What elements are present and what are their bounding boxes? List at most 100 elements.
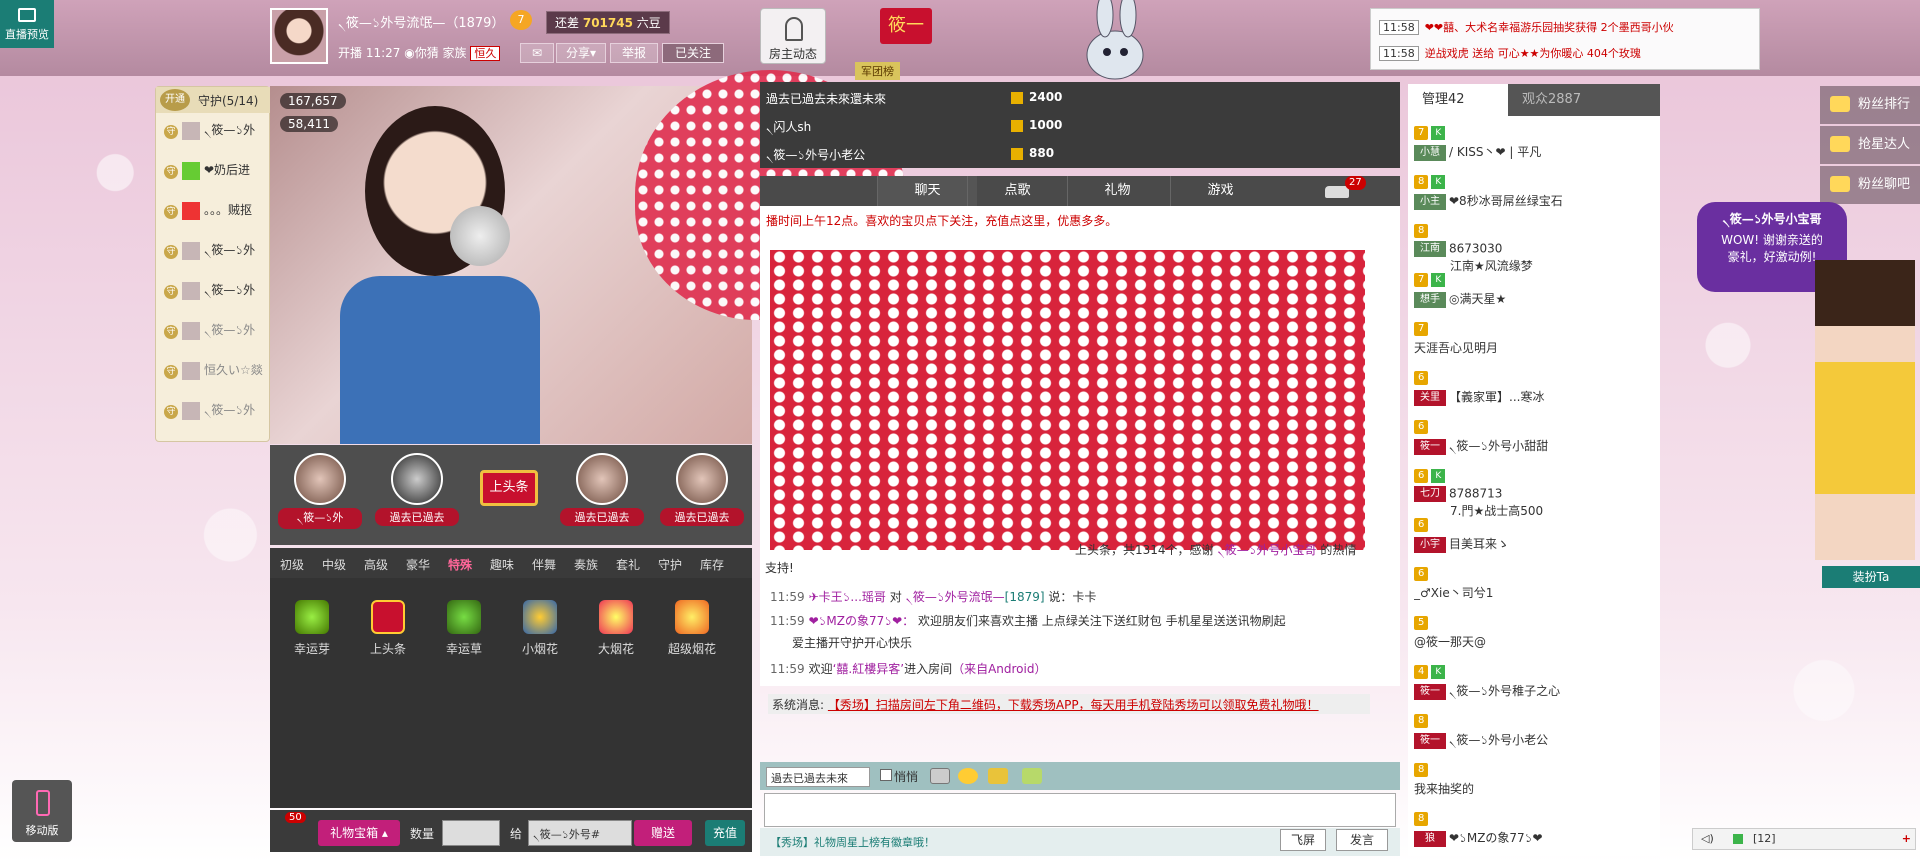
send-gift-button[interactable]: 赠送 (634, 820, 692, 846)
gift-tab[interactable]: 豪华 (406, 556, 430, 573)
gift-tab[interactable]: 中级 (322, 556, 346, 573)
recharge-button[interactable]: 充值 (705, 820, 745, 846)
user-name: 8673030 (1449, 241, 1503, 256)
quantity-input[interactable] (442, 820, 500, 846)
follow-button[interactable]: 已关注 (662, 43, 724, 63)
star-hunter-button[interactable]: 抢星达人 (1820, 126, 1920, 164)
guard-member[interactable]: 守恒久い☆燚 (164, 361, 269, 380)
top-fan[interactable]: 過去已過去 (660, 453, 744, 526)
user-title: 筱一 (1414, 732, 1446, 749)
gift-tabs: 初级 中级 高级 豪华 特殊 趣味 伴舞 奏族 套礼 守护 库存 (270, 548, 752, 578)
gift-tab[interactable]: 初级 (280, 556, 304, 573)
emoji-icon[interactable] (958, 768, 978, 784)
gift-tab[interactable]: 守护 (658, 556, 682, 573)
user-row[interactable]: 8 K 小主 ❤8秒冰哥屌丝绿宝石 (1414, 173, 1654, 210)
user-title: 小主 (1414, 193, 1446, 210)
system-message-link[interactable]: 【秀场】扫描房间左下角二维码，下载秀场APP，每天用手机登陆秀场可以领取免费礼物… (828, 698, 1319, 712)
family-tag[interactable]: 恒久 (470, 46, 501, 61)
headline-sign[interactable]: 上头条 (480, 470, 538, 506)
user-row[interactable]: 6 _♂Xie丶司兮1 (1414, 565, 1654, 601)
mobile-version-button[interactable]: 移动版 (12, 780, 72, 842)
vip-emoji-icon[interactable] (988, 768, 1008, 784)
user-row[interactable]: 6 筱一 ৲筱—১外号小甜甜 (1414, 418, 1654, 458)
gift-item[interactable]: 超级烟花 (662, 600, 722, 657)
guard-member[interactable]: 守 ৲筱—১外 (164, 241, 269, 262)
user-row[interactable]: 6 小宇 目美耳来ゝ (1414, 516, 1654, 553)
share-button[interactable]: 分享▾ (556, 43, 606, 63)
guard-member[interactable]: 守 ❤奶后进 (164, 161, 269, 180)
tab-admins[interactable]: 管理42 (1408, 84, 1508, 116)
tab-games[interactable]: 游戏 (1170, 176, 1270, 206)
promo-text[interactable]: 【秀场】礼物周星上榜有徽章哦！ (770, 834, 935, 850)
gift-tab[interactable]: 套礼 (616, 556, 640, 573)
send-message-button[interactable]: 发言 (1336, 829, 1388, 851)
user-name: ৲筱—১外号稚子之心 (1449, 684, 1561, 698)
gift-tab[interactable]: 趣味 (490, 556, 514, 573)
host-avatar[interactable] (270, 8, 328, 64)
rank-row[interactable]: ৲筱—১外号小老公 880 (766, 146, 1054, 167)
guard-member[interactable]: 守。。。贼抠 (164, 201, 269, 220)
user-row[interactable]: 7 天涯吾心见明月 (1414, 320, 1654, 356)
user-title: 七刀 (1414, 486, 1446, 502)
top-fan[interactable]: 過去已過去 (560, 453, 644, 526)
rank-row[interactable]: ৲闪人sh 1000 (766, 118, 1062, 139)
guard-member[interactable]: 守 ৲筱—১外 (164, 121, 269, 142)
gift-tab[interactable]: 高级 (364, 556, 388, 573)
tab-chat[interactable]: 聊天 (877, 176, 977, 206)
whisper-checkbox[interactable] (880, 769, 892, 781)
ticker-item[interactable]: 11:58 逆战戏虎 送给 可心★★为你暖心 404个玫瑰 (1379, 45, 1641, 61)
report-button[interactable]: 举报 (610, 43, 658, 63)
gift-item[interactable]: 幸运草 (434, 600, 494, 657)
guard-header: 开通 守护(5/14) (156, 87, 271, 113)
gift-tab[interactable]: 库存 (700, 556, 724, 573)
gift-item[interactable]: 上头条 (358, 600, 418, 657)
user-row[interactable]: 8 我来抽奖的 (1414, 761, 1654, 797)
guard-member[interactable]: 守 ৲筱—১外 (164, 321, 269, 342)
gift-tab-active[interactable]: 特殊 (448, 556, 472, 573)
recipient-select[interactable]: ৲筱—১外号# (528, 820, 632, 846)
fan-club-rank[interactable]: 军团榜 (855, 62, 900, 80)
user-row[interactable]: 8 江南 8673030 江南★风流缘梦 (1414, 222, 1654, 274)
rank-row[interactable]: 過去已過去未來還未來 2400 (766, 90, 1062, 107)
gift-item[interactable]: 小烟花 (510, 600, 570, 657)
user-row[interactable]: 4 K 筱一 ৲筱—১外号稚子之心 (1414, 663, 1654, 703)
gift-tab[interactable]: 奏族 (574, 556, 598, 573)
mail-button[interactable]: ✉ (520, 43, 554, 63)
dress-up-button[interactable]: 装扮Ta (1822, 566, 1920, 588)
add-icon[interactable]: + (1902, 832, 1911, 845)
ticker-item[interactable]: 11:58 ❤❤囍、大术名幸福游乐园抽奖获得 2个墨西哥小伙 (1379, 19, 1674, 35)
volume-icon[interactable]: ◁) (1701, 832, 1714, 845)
tab-songs[interactable]: 点歌 (967, 176, 1067, 206)
guard-member[interactable]: 守 ৲筱—১外 (164, 401, 269, 422)
top-fan[interactable]: ৲筱—১外 (278, 453, 362, 529)
user-name: ❤১MZの象77১❤ (1449, 831, 1543, 845)
open-guard-button[interactable]: 开通 (160, 89, 190, 111)
gift-item[interactable]: 幸运芽 (282, 600, 342, 657)
room-news-button[interactable]: 房主动态 (760, 8, 826, 64)
tab-gifts[interactable]: 礼物 (1067, 176, 1167, 206)
user-name: 我来抽奖的 (1414, 782, 1475, 796)
chat-target-select[interactable]: 過去已過去未來 (766, 767, 870, 787)
fly-screen-button[interactable]: 飞屏 (1280, 829, 1326, 851)
car-icon[interactable] (1325, 186, 1349, 198)
gift-item[interactable]: 大烟花 (586, 600, 646, 657)
user-row[interactable]: 8 狼 ❤১MZの象77১❤ (1414, 810, 1654, 850)
fan-rank-button[interactable]: 粉丝排行 (1820, 86, 1920, 124)
chat-input[interactable] (764, 793, 1396, 827)
live-preview-button[interactable]: 直播预览 (0, 0, 54, 48)
tab-audience[interactable]: 观众2887 (1508, 84, 1608, 116)
user-row[interactable]: 7 K 想手 ◎满天星★ (1414, 271, 1654, 308)
user-row[interactable]: 5 @筱一那天@ (1414, 614, 1654, 650)
gift-box-button[interactable]: 礼物宝箱 ▴ (318, 820, 400, 846)
image-icon[interactable] (930, 768, 950, 784)
user-row[interactable]: 6 K 七刀 8788713 7.門★战士高500 (1414, 467, 1654, 519)
guard-member[interactable]: 守 ৲筱—১外 (164, 281, 269, 302)
gift-tab[interactable]: 伴舞 (532, 556, 556, 573)
gift-emoji-icon[interactable] (1022, 768, 1042, 784)
top-fan[interactable]: 過去已過去 (375, 453, 459, 526)
user-row[interactable]: 8 筱一 ৲筱—১外号小老公 (1414, 712, 1654, 752)
user-row[interactable]: 7 K 小慧 / KISS丶❤ | 平凡 (1414, 124, 1654, 161)
banner-tag[interactable]: 筱一 (880, 8, 932, 44)
fan-chat-button[interactable]: 粉丝聊吧 (1820, 166, 1920, 204)
user-row[interactable]: 6 关里 【義家軍】...寒冰 (1414, 369, 1654, 406)
